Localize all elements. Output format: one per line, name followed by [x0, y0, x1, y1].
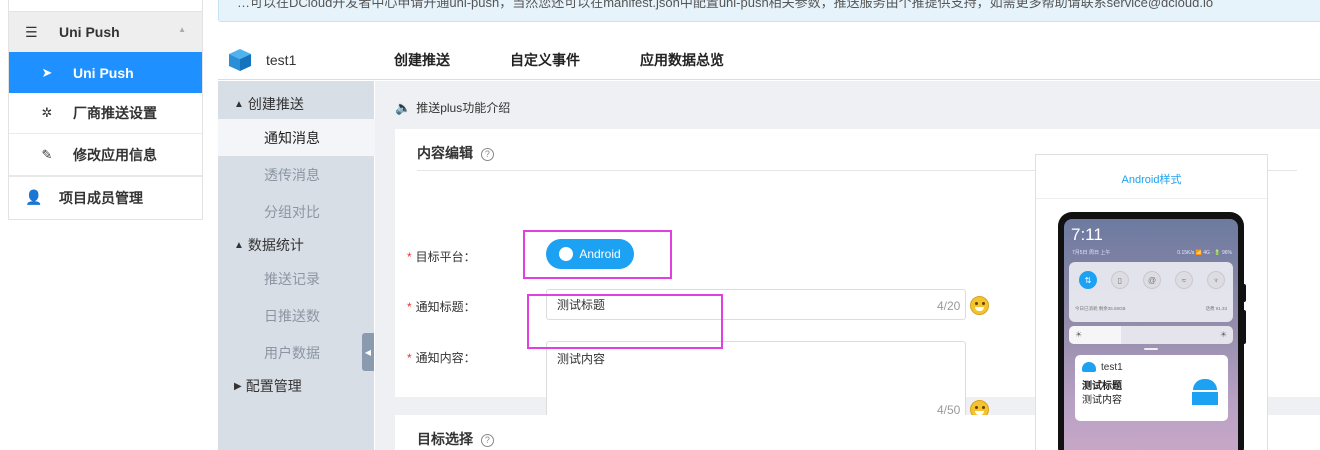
- sub-nav: ▲ 创建推送 通知消息 透传消息 分组对比 ▲ 数据统计 推送记录 日推送数 用…: [218, 81, 376, 450]
- brightness-high-icon: ☀: [1219, 330, 1227, 339]
- left-nav-item-label: Uni Push: [73, 64, 134, 81]
- title-char-counter: 4/20: [937, 299, 961, 313]
- left-nav-member-label: 项目成员管理: [59, 189, 143, 206]
- gear-icon: ✲: [41, 105, 53, 120]
- phone-date: 7月5日 周日 上午: [1072, 250, 1111, 256]
- paper-plane-icon: ➤: [41, 64, 53, 80]
- left-nav: ☰ Uni Push ▲ ➤ Uni Push ✲ 厂商推送设置 ✎ 修改应用信…: [8, 0, 203, 220]
- platform-label: * 目标平台：: [407, 248, 476, 265]
- left-nav-group-label: Uni Push: [59, 24, 120, 40]
- sub-nav-group-label: 数据统计: [247, 237, 304, 253]
- drag-handle: [1144, 348, 1158, 350]
- phone-screen: 7:11 7月5日 周日 上午 0.15K/s 📶 4G · 🔋 96% ⇅ ▯…: [1064, 219, 1238, 450]
- user-icon: 👤: [25, 189, 43, 205]
- phone-button: [1242, 284, 1246, 302]
- sub-nav-item-push-records[interactable]: 推送记录: [218, 260, 374, 297]
- app-name: test1: [266, 51, 297, 68]
- sub-nav-group-label: 配置管理: [245, 378, 302, 394]
- title-label-text: 通知标题：: [415, 300, 476, 314]
- quick-settings-info: 今日已消耗 剩余35.59GB: [1075, 306, 1126, 311]
- highlight-box-content: [527, 294, 723, 349]
- brightness-low-icon: ☀: [1075, 330, 1083, 339]
- preview-title: Android样式: [1121, 174, 1182, 186]
- collapse-sidebar-handle[interactable]: ◀: [362, 333, 374, 371]
- notification-title: 测试标题: [1082, 381, 1122, 392]
- required-marker: *: [407, 351, 412, 365]
- left-nav-item-vendor-settings[interactable]: ✲ 厂商推送设置: [9, 93, 202, 134]
- phone-time: 7:11: [1071, 225, 1103, 244]
- triangle-up-icon: ▲: [234, 239, 244, 251]
- tab-app-data-overview[interactable]: 应用数据总览: [640, 50, 724, 70]
- phone-mockup: 7:11 7月5日 周日 上午 0.15K/s 📶 4G · 🔋 96% ⇅ ▯…: [1058, 212, 1246, 450]
- content-label: * 通知内容：: [407, 349, 476, 366]
- help-icon[interactable]: ?: [480, 434, 494, 447]
- intro-link[interactable]: 🔈 推送plus功能介绍: [395, 99, 510, 116]
- android-icon: [1082, 362, 1096, 372]
- triangle-right-icon: ▶: [234, 380, 242, 392]
- left-nav-top-strip: [9, 0, 202, 12]
- required-marker: *: [407, 300, 412, 314]
- sub-nav-group-statistics[interactable]: ▲ 数据统计: [218, 230, 374, 260]
- quick-settings: ⇅ ▯ @ ≈ ♆ 今日已消耗 剩余35.59GB 话费 ¥1.33: [1069, 262, 1233, 322]
- sub-nav-item-group-compare[interactable]: 分组对比: [218, 193, 374, 230]
- content-edit-title-text: 内容编辑: [417, 145, 473, 161]
- android-robot-icon: [1192, 379, 1218, 405]
- preview-divider: [1036, 198, 1267, 199]
- wifi-icon: ≈: [1175, 271, 1193, 289]
- tab-custom-events[interactable]: 自定义事件: [510, 50, 580, 70]
- left-nav-item-label: 修改应用信息: [73, 146, 157, 163]
- highlight-box-title: [523, 230, 672, 279]
- notification-content: 测试内容: [1082, 395, 1122, 406]
- android-preview-panel: Android样式 7:11 7月5日 周日 上午 0.15K/s 📶 4G ·…: [1035, 154, 1268, 450]
- left-nav-item-edit-app[interactable]: ✎ 修改应用信息: [9, 134, 202, 175]
- phone-button: [1242, 310, 1246, 344]
- required-marker: *: [407, 250, 412, 264]
- data-toggle-icon: ⇅: [1079, 271, 1097, 289]
- flashlight-icon: ▯: [1111, 271, 1129, 289]
- emoji-icon[interactable]: [970, 296, 989, 315]
- torch-icon: ♆: [1207, 271, 1225, 289]
- target-select-title: 目标选择 ?: [417, 429, 494, 449]
- left-nav-item-label: 厂商推送设置: [73, 105, 157, 121]
- notification-preview: test1 测试标题 测试内容: [1075, 355, 1228, 421]
- content-edit-title: 内容编辑 ?: [417, 143, 494, 163]
- triangle-up-icon: ▲: [234, 98, 244, 110]
- brightness-slider: ☀ ☀: [1069, 326, 1233, 344]
- tab-create-push[interactable]: 创建推送: [394, 50, 450, 70]
- sub-nav-group-create-push[interactable]: ▲ 创建推送: [218, 89, 374, 119]
- edit-icon: ✎: [41, 146, 53, 162]
- intro-link-text: 推送plus功能介绍: [416, 101, 511, 115]
- menu-icon: ☰: [25, 23, 38, 40]
- left-nav-item-members[interactable]: 👤 项目成员管理: [9, 177, 202, 218]
- speaker-icon: 🔈: [395, 99, 412, 115]
- sub-nav-item-notification[interactable]: 通知消息: [218, 119, 376, 156]
- phone-status: 0.15K/s 📶 4G · 🔋 96%: [1177, 250, 1232, 256]
- cube-icon: [229, 48, 251, 71]
- notification-app-name: test1: [1101, 362, 1123, 373]
- sub-nav-item-passthrough[interactable]: 透传消息: [218, 156, 374, 193]
- platform-label-text: 目标平台：: [415, 250, 476, 264]
- quick-settings-info-right: 话费 ¥1.33: [1205, 306, 1227, 311]
- content-label-text: 通知内容：: [415, 351, 476, 365]
- hotspot-icon: @: [1143, 271, 1161, 289]
- left-nav-group-unipush[interactable]: ☰ Uni Push ▲: [9, 12, 202, 52]
- left-nav-item-unipush[interactable]: ➤ Uni Push: [9, 52, 202, 93]
- caret-up-icon: ▲: [178, 25, 186, 34]
- notification-content-textarea[interactable]: 测试内容: [546, 341, 966, 425]
- sub-nav-group-config[interactable]: ▶ 配置管理: [218, 371, 374, 401]
- notice-banner: …可以在DCloud开发者中心申请开通uni-push，当然您还可以在manif…: [218, 0, 1320, 22]
- sub-nav-item-user-data[interactable]: 用户数据: [218, 334, 374, 371]
- app-header: test1 创建推送 自定义事件 应用数据总览: [218, 40, 1320, 80]
- notice-text: …可以在DCloud开发者中心申请开通uni-push，当然您还可以在manif…: [237, 0, 1214, 10]
- title-label: * 通知标题：: [407, 298, 476, 315]
- help-icon[interactable]: ?: [480, 148, 494, 161]
- sub-nav-group-label: 创建推送: [247, 96, 304, 112]
- target-select-title-text: 目标选择: [417, 431, 473, 447]
- sub-nav-item-daily-pushes[interactable]: 日推送数: [218, 297, 374, 334]
